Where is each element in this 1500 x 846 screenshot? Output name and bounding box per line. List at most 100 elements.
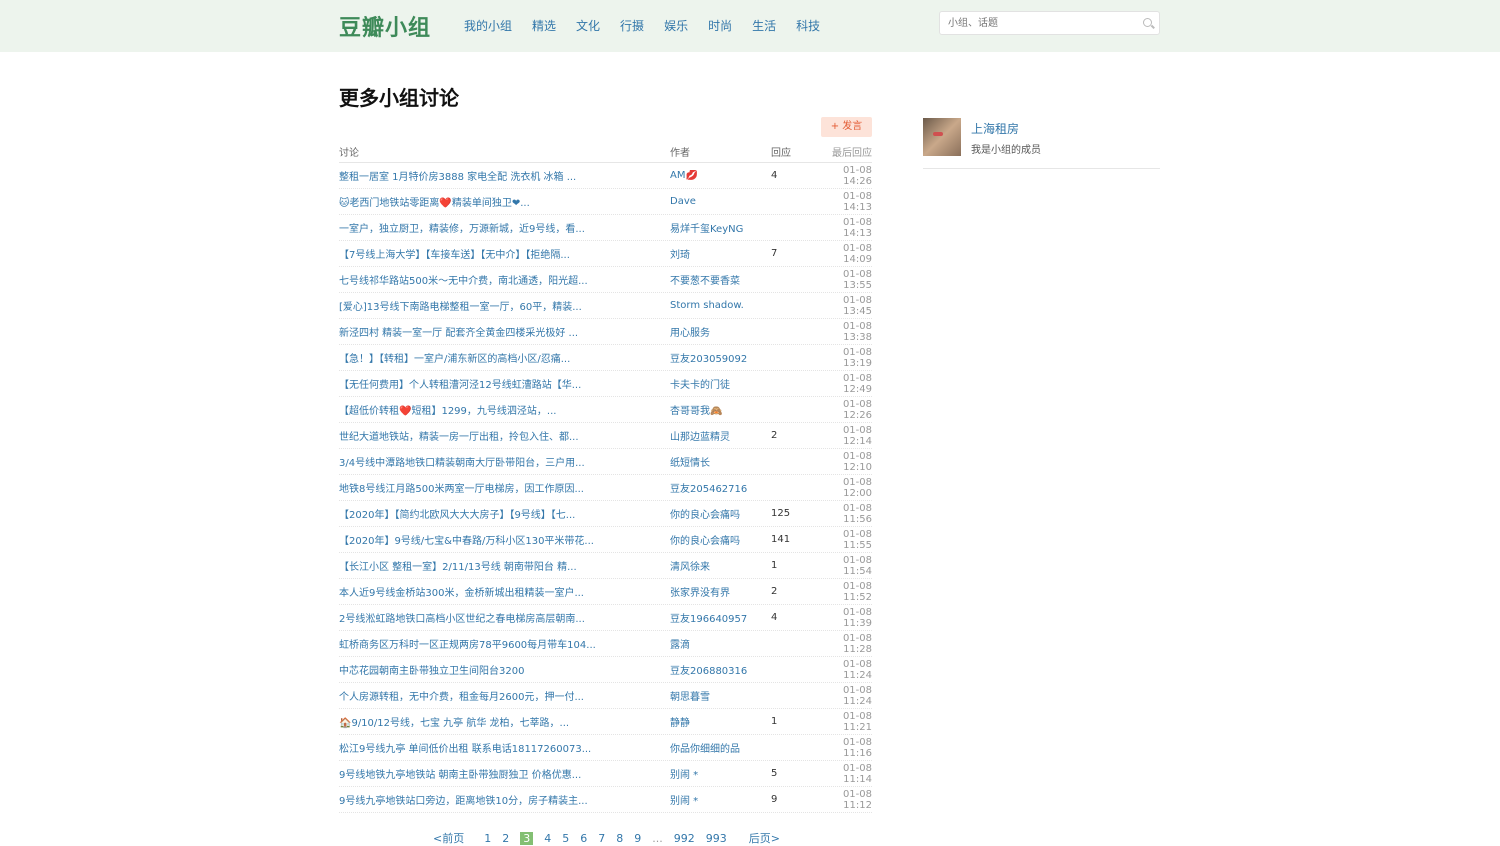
topic-link[interactable]: 【2020年】【简约北欧风大大大房子】【9号线】【七... [339,506,670,521]
author-link[interactable]: 别闹 * [670,792,771,807]
table-row: 一室户，独立厨卫，精装修，万源新城，近9号线，看... 易烊千玺KeyNG 01-0… [339,215,872,241]
main-nav: 我的小组 精选 文化 行摄 娱乐 时尚 生活 科技 [464,17,840,34]
nav-life[interactable]: 生活 [752,17,776,34]
topic-link[interactable]: 9号线九亭地铁站口旁边，距离地铁10分，房子精装主... [339,792,670,807]
author-link[interactable]: 山那边蓝精灵 [670,428,771,443]
nav-tech[interactable]: 科技 [796,17,820,34]
last-reply-time: 01-08 11:16 [842,736,872,759]
author-link[interactable]: 刘琦 [670,246,771,261]
pager-page[interactable]: 4 [544,832,551,845]
author-link[interactable]: 朝思暮雪 [670,688,771,703]
post-button[interactable]: + 发言 [821,117,872,137]
last-reply-time: 01-08 14:13 [842,190,872,213]
table-row: 新泾四村 精装一室一厅 配套齐全黄金四楼采光极好 ... 用心服务 01-08 13… [339,319,872,345]
author-link[interactable]: 露滴 [670,636,771,651]
pager-page[interactable]: 2 [502,832,509,845]
table-row: 个人房源转租，无中介费，租金每月2600元，押一付... 朝思暮雪 01-08 11… [339,683,872,709]
table-row: 9号线九亭地铁站口旁边，距离地铁10分，房子精装主... 别闹 * 9 01-08 1… [339,787,872,813]
topic-link[interactable]: 【长江小区 整租一室】2/11/13号线 朝南带阳台 精... [339,558,670,573]
topic-link[interactable]: 虹桥商务区万科时一区正规两房78平9600每月带车104... [339,636,670,651]
nav-photo-travel[interactable]: 行摄 [620,17,644,34]
topic-link[interactable]: 【急！】【转租】一室户/浦东新区的高档小区/忍痛... [339,350,670,365]
author-link[interactable]: 清风徐来 [670,558,771,573]
topic-link[interactable]: 松江9号线九亭 单间低价出租 联系电话18117260073... [339,740,670,755]
column-header-topic: 讨论 [339,147,359,159]
last-reply-time: 01-08 13:38 [842,320,872,343]
author-link[interactable]: 易烊千玺KeyNG [670,220,771,235]
nav-fashion[interactable]: 时尚 [708,17,732,34]
last-reply-time: 01-08 12:14 [842,424,872,447]
table-row: 虹桥商务区万科时一区正规两房78平9600每月带车104... 露滴 01-08 1… [339,631,872,657]
last-reply-time: 01-08 11:28 [842,632,872,655]
topic-link[interactable]: 中芯花园朝南主卧带独立卫生间阳台3200 [339,662,670,677]
topic-link[interactable]: [爱心]13号线下南路电梯整租一室一厅，60平，精装... [339,298,670,313]
pager-next[interactable]: 后页> [749,830,780,846]
pager-page[interactable]: 6 [580,832,587,845]
pager-page[interactable]: 8 [616,832,623,845]
topic-link[interactable]: 🐱老西门地铁站零距离❤️精装单间独卫❤... [339,194,670,209]
author-link[interactable]: 豆友205462716 [670,480,771,495]
author-link[interactable]: 纸短情长 [670,454,771,469]
table-row: 2号线淞虹路地铁口高档小区世纪之春电梯房高层朝南... 豆友196640957 4 0… [339,605,872,631]
nav-entertainment[interactable]: 娱乐 [664,17,688,34]
last-reply-time: 01-08 12:49 [842,372,872,395]
author-link[interactable]: 不要葱不要香菜 [670,272,771,287]
topic-link[interactable]: 🏠9/10/12号线，七宝 九亭 航华 龙柏，七莘路，... [339,714,670,729]
author-link[interactable]: 你的良心会痛吗 [670,532,771,547]
author-link[interactable]: 豆友203059092 [670,350,771,365]
group-avatar[interactable] [923,118,961,156]
topic-link[interactable]: 9号线地铁九亭地铁站 朝南主卧带独厨独卫 价格优惠... [339,766,670,781]
topic-link[interactable]: 【超低价转租❤️短租】1299，九号线泗泾站，... [339,402,670,417]
group-name-link[interactable]: 上海租房 [971,120,1019,137]
nav-culture[interactable]: 文化 [576,17,600,34]
topic-link[interactable]: 地铁8号线江月路500米两室一厅电梯房，因工作原因... [339,480,670,495]
author-link[interactable]: 静静 [670,714,771,729]
pager-page[interactable]: 7 [598,832,605,845]
topic-link[interactable]: 个人房源转租，无中介费，租金每月2600元，押一付... [339,688,670,703]
topic-link[interactable]: 3/4号线中潭路地铁口精装朝南大厅卧带阳台，三户用... [339,454,670,469]
author-link[interactable]: 你的良心会痛吗 [670,506,771,521]
last-reply-time: 01-08 11:14 [842,762,872,785]
author-link[interactable]: Dave [670,196,771,207]
topic-link[interactable]: 七号线祁华路站500米～无中介费，南北通透，阳光超... [339,272,670,287]
table-row: 整租一居室 1月特价房3888 家电全配 洗衣机 冰箱 ... AM💋 4 01-08… [339,163,872,189]
last-reply-time: 01-08 11:52 [842,580,872,603]
topic-link[interactable]: 【2020年】9号线/七宝&中春路/万科小区130平米带花... [339,532,670,547]
author-link[interactable]: 别闹 * [670,766,771,781]
nav-my-groups[interactable]: 我的小组 [464,17,512,34]
reply-count: 4 [771,612,778,623]
author-link[interactable]: 用心服务 [670,324,771,339]
author-link[interactable]: 豆友206880316 [670,662,771,677]
search-input[interactable] [940,12,1130,34]
last-reply-time: 01-08 11:56 [842,502,872,525]
nav-featured[interactable]: 精选 [532,17,556,34]
topic-link[interactable]: 本人近9号线金桥站300米，金桥新城出租精装一室户... [339,584,670,599]
search-icon[interactable] [1143,18,1152,27]
topic-link[interactable]: 整租一居室 1月特价房3888 家电全配 洗衣机 冰箱 ... [339,168,670,183]
topic-link[interactable]: 新泾四村 精装一室一厅 配套齐全黄金四楼采光极好 ... [339,324,670,339]
author-link[interactable]: AM💋 [670,170,771,181]
site-logo[interactable]: 豆瓣小组 [339,10,431,42]
pager-page[interactable]: 1 [484,832,491,845]
table-row: 【急！】【转租】一室户/浦东新区的高档小区/忍痛... 豆友203059092 01… [339,345,872,371]
last-reply-time: 01-08 11:54 [842,554,872,577]
pager-page[interactable]: 5 [562,832,569,845]
pager-page[interactable]: 993 [706,832,727,845]
topic-link[interactable]: 2号线淞虹路地铁口高档小区世纪之春电梯房高层朝南... [339,610,670,625]
pager-page[interactable]: 9 [634,832,641,845]
topic-link[interactable]: 【7号线上海大学】【车接车送】【无中介】【拒绝隔... [339,246,670,261]
author-link[interactable]: 你品你细细的品 [670,740,771,755]
author-link[interactable]: 杏哥哥我🙈 [670,402,771,417]
author-link[interactable]: 豆友196640957 [670,610,771,625]
topic-link[interactable]: 世纪大道地铁站，精装一房一厅出租，拎包入住、都... [339,428,670,443]
topic-link[interactable]: 一室户，独立厨卫，精装修，万源新城，近9号线，看... [339,220,670,235]
table-row: 【7号线上海大学】【车接车送】【无中介】【拒绝隔... 刘琦 7 01-08 14:0… [339,241,872,267]
author-link[interactable]: 卡夫卡的门徒 [670,376,771,391]
reply-count: 9 [771,794,778,805]
topic-link[interactable]: 【无任何费用】个人转租漕河泾12号线虹漕路站【华... [339,376,670,391]
pager-prev[interactable]: <前页 [433,830,464,846]
table-row: 【2020年】【简约北欧风大大大房子】【9号线】【七... 你的良心会痛吗 125 0… [339,501,872,527]
author-link[interactable]: 张家界没有界 [670,584,771,599]
author-link[interactable]: Storm shadow. [670,300,771,311]
pager-page[interactable]: 992 [674,832,695,845]
